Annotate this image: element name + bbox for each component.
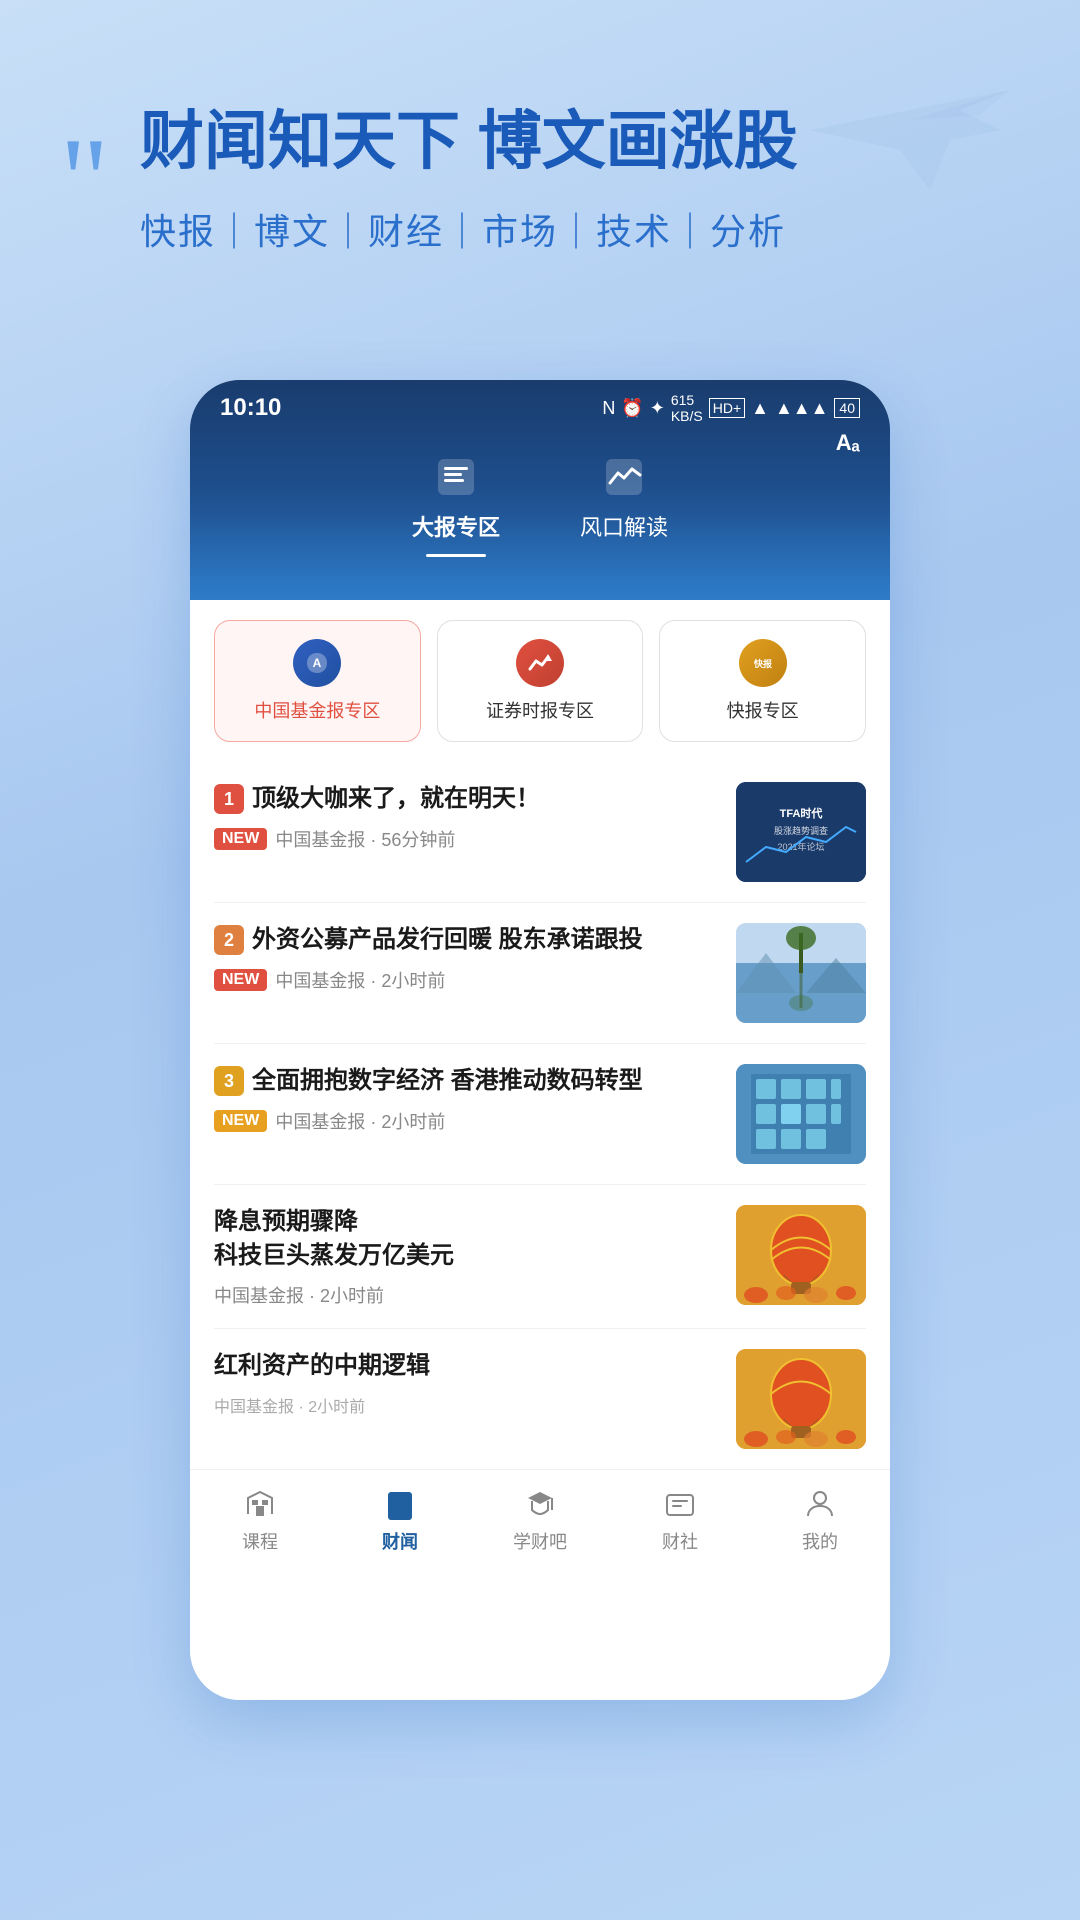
news-meta-2: NEW 中国基金报 · 2小时前: [214, 967, 720, 993]
news-source-4: 中国基金报 · 2小时前: [214, 1282, 384, 1308]
phone-header: 10:10 N ⏰ ✦ 615KB/S HD+ ▲ ▲▲▲ 40 Aₐ: [190, 380, 890, 600]
fengkou-icon: [599, 452, 649, 502]
new-badge-1: NEW: [214, 828, 267, 850]
new-badge-2: NEW: [214, 969, 267, 991]
news-content-4: 降息预期骤降科技巨头蒸发万亿美元 中国基金报 · 2小时前: [214, 1205, 720, 1308]
news-rank-3: 3: [214, 1066, 244, 1096]
cat-label-zhengquan: 证券时报专区: [486, 697, 594, 723]
news-title-5: 红利资产的中期逻辑: [214, 1349, 720, 1383]
cat-tab-jijin[interactable]: A 中国基金报专区: [214, 620, 421, 742]
tab-fengkou[interactable]: 风口解读: [580, 452, 668, 557]
news-meta-3: NEW 中国基金报 · 2小时前: [214, 1108, 720, 1134]
news-source-3: 中国基金报 · 2小时前: [275, 1108, 445, 1134]
news-title-2: 外资公募产品发行回暖 股东承诺跟投: [252, 923, 643, 957]
nav-icon-mine: [802, 1486, 838, 1522]
nav-icon-caiwen: [382, 1486, 418, 1522]
news-item-4[interactable]: 降息预期骤降科技巨头蒸发万亿美元 中国基金报 · 2小时前: [214, 1185, 866, 1329]
svg-text:2021年论坛: 2021年论坛: [777, 841, 824, 852]
news-image-5: [736, 1349, 866, 1449]
cat-icon-zhengquan: [516, 639, 564, 687]
cat-label-kuaibao: 快报专区: [727, 697, 799, 723]
nav-label-xuecaiba: 学财吧: [513, 1528, 567, 1554]
nav-item-course[interactable]: 课程: [190, 1486, 330, 1554]
news-title-4: 降息预期骤降科技巨头蒸发万亿美元: [214, 1205, 720, 1272]
news-title-1: 顶级大咖来了，就在明天！: [252, 782, 540, 816]
news-source-5: 中国基金报 · 2小时前: [214, 1393, 365, 1417]
alarm-icon: ⏰: [621, 398, 643, 419]
news-rank-2: 2: [214, 925, 244, 955]
nav-item-xuecaiba[interactable]: 学财吧: [470, 1486, 610, 1554]
data-speed: 615KB/S: [671, 392, 703, 424]
main-slogan: 财闻知天下 博文画涨股: [140, 100, 1020, 183]
news-rank-1: 1: [214, 784, 244, 814]
sub-slogan: 快报｜博文｜财经｜市场｜技术｜分析: [140, 203, 1020, 255]
battery-icon: 40: [834, 398, 860, 418]
cat-label-jijin: 中国基金报专区: [254, 697, 380, 723]
phone-content: A 中国基金报专区 证券时报专区 快报: [190, 600, 890, 1700]
svg-text:股涨趋势调查: 股涨趋势调查: [774, 825, 828, 836]
font-size-button[interactable]: Aₐ: [836, 430, 860, 456]
new-badge-3: NEW: [214, 1110, 267, 1132]
status-bar: 10:10 N ⏰ ✦ 615KB/S HD+ ▲ ▲▲▲ 40: [190, 380, 890, 432]
phone-tabs: 大报专区 风口解读: [190, 432, 890, 567]
signal-icon: ▲▲▲: [775, 398, 828, 419]
status-time: 10:10: [220, 394, 281, 422]
cat-tab-zhengquan[interactable]: 证券时报专区: [437, 620, 644, 742]
news-item-5[interactable]: 红利资产的中期逻辑 中国基金报 · 2小时前: [214, 1329, 866, 1469]
news-list: 1 顶级大咖来了，就在明天！ NEW 中国基金报 · 56分钟前: [190, 762, 890, 1469]
news-title-row-1: 1 顶级大咖来了，就在明天！: [214, 782, 720, 816]
nav-icon-course: [242, 1486, 278, 1522]
news-item-1[interactable]: 1 顶级大咖来了，就在明天！ NEW 中国基金报 · 56分钟前: [214, 762, 866, 903]
nav-icon-caishe: [662, 1486, 698, 1522]
nav-item-caiwen[interactable]: 财闻: [330, 1486, 470, 1554]
news-source-2: 中国基金报 · 2小时前: [275, 967, 445, 993]
nav-label-caiwen: 财闻: [382, 1528, 418, 1554]
news-meta-1: NEW 中国基金报 · 56分钟前: [214, 826, 720, 852]
bottom-nav: 课程 财闻: [190, 1469, 890, 1574]
cat-tab-kuaibao[interactable]: 快报 快报专区: [659, 620, 866, 742]
header-section: 财闻知天下 博文画涨股 快报｜博文｜财经｜市场｜技术｜分析: [0, 100, 1080, 255]
tab-dabao[interactable]: 大报专区: [412, 452, 500, 557]
tab-underline: [426, 554, 486, 557]
cat-icon-jijin: A: [293, 639, 341, 687]
category-tabs: A 中国基金报专区 证券时报专区 快报: [190, 600, 890, 762]
nav-label-mine: 我的: [802, 1528, 838, 1554]
news-content-1: 1 顶级大咖来了，就在明天！ NEW 中国基金报 · 56分钟前: [214, 782, 720, 852]
svg-text:TFA时代: TFA时代: [780, 806, 823, 820]
news-title-row-3: 3 全面拥抱数字经济 香港推动数码转型: [214, 1064, 720, 1098]
nav-icon-xuecaiba: [522, 1486, 558, 1522]
hd-badge: HD+: [709, 398, 745, 418]
notification-icon: N: [602, 398, 615, 419]
news-source-1: 中国基金报 · 56分钟前: [275, 826, 455, 852]
news-meta-4: 中国基金报 · 2小时前: [214, 1282, 720, 1308]
status-icons: N ⏰ ✦ 615KB/S HD+ ▲ ▲▲▲ 40: [602, 392, 860, 424]
news-image-4: [736, 1205, 866, 1305]
svg-text:快报: 快报: [754, 658, 772, 669]
phone-mockup: 10:10 N ⏰ ✦ 615KB/S HD+ ▲ ▲▲▲ 40 Aₐ: [190, 380, 890, 1700]
nav-label-course: 课程: [242, 1528, 278, 1554]
news-content-3: 3 全面拥抱数字经济 香港推动数码转型 NEW 中国基金报 · 2小时前: [214, 1064, 720, 1134]
news-meta-5: 中国基金报 · 2小时前: [214, 1393, 720, 1417]
bluetooth-icon: ✦: [650, 398, 665, 419]
nav-label-caishe: 财社: [662, 1528, 698, 1554]
nav-item-caishe[interactable]: 财社: [610, 1486, 750, 1554]
news-content-5: 红利资产的中期逻辑 中国基金报 · 2小时前: [214, 1349, 720, 1417]
news-image-2: [736, 923, 866, 1023]
news-image-3: [736, 1064, 866, 1164]
news-title-row-2: 2 外资公募产品发行回暖 股东承诺跟投: [214, 923, 720, 957]
news-item-2[interactable]: 2 外资公募产品发行回暖 股东承诺跟投 NEW 中国基金报 · 2小时前: [214, 903, 866, 1044]
news-image-1: TFA时代 股涨趋势调查 2021年论坛: [736, 782, 866, 882]
wifi-icon: ▲: [751, 398, 769, 419]
news-item-3[interactable]: 3 全面拥抱数字经济 香港推动数码转型 NEW 中国基金报 · 2小时前: [214, 1044, 866, 1185]
tab-dabao-label: 大报专区: [412, 510, 500, 542]
news-title-3: 全面拥抱数字经济 香港推动数码转型: [252, 1064, 643, 1098]
news-content-2: 2 外资公募产品发行回暖 股东承诺跟投 NEW 中国基金报 · 2小时前: [214, 923, 720, 993]
nav-item-mine[interactable]: 我的: [750, 1486, 890, 1554]
tab-fengkou-label: 风口解读: [580, 510, 668, 542]
svg-text:A: A: [313, 656, 322, 670]
cat-icon-kuaibao: 快报: [739, 639, 787, 687]
dabao-icon: [431, 452, 481, 502]
